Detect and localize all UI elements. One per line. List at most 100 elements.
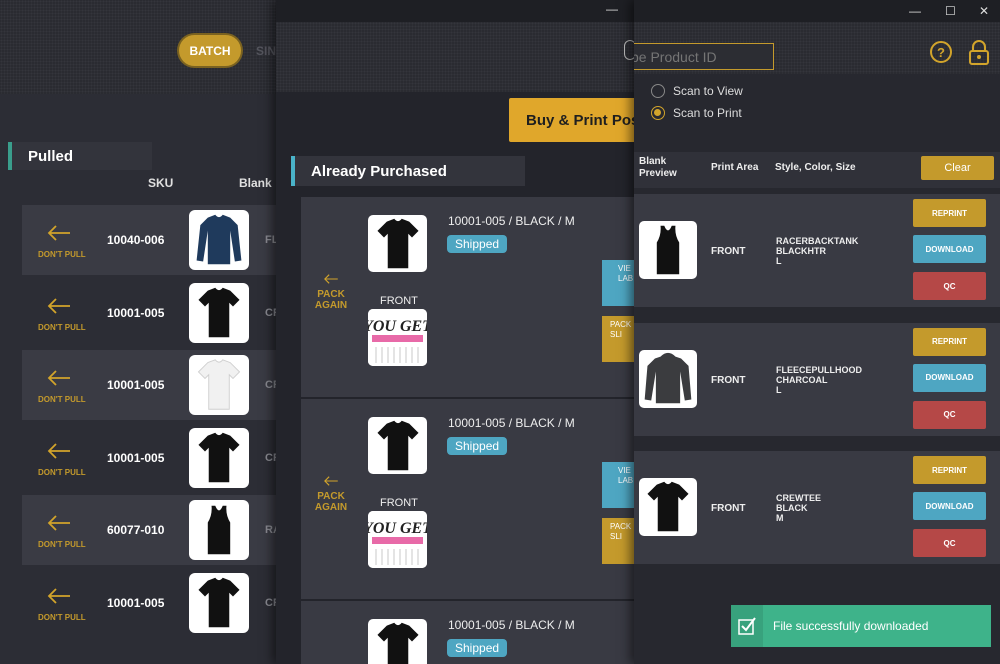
pulled-row[interactable]: DON'T PULL 10001-005 CR [22,423,290,493]
style-color-size-value: FLEECEPULLHOOD CHARCOAL L [776,365,862,395]
pack-slip-button[interactable]: PACK SLI [602,518,634,564]
sku-value: 10040-006 [107,233,165,247]
style-value: FLEECEPULLHOOD [776,364,863,375]
blank-preview-image [189,282,249,343]
arrow-left-icon[interactable] [323,272,339,286]
order-title: 10001-005 / BLACK / M [448,618,575,632]
print-area-value: FRONT [711,374,746,386]
size-value: L [776,256,782,266]
scan-to-print-label: Scan to Print [673,106,742,120]
blank-column-header: Blank [239,176,272,190]
print-window: — ☐ ✕ ? Scan to View Scan to Print Blank… [634,0,1000,664]
qc-button[interactable]: QC [913,529,986,557]
title-bar: — ☐ ✕ [634,0,1000,22]
buy-print-postage-button[interactable]: Buy & Print Pos [509,98,634,142]
reprint-button[interactable]: REPRINT [913,327,986,356]
close-icon[interactable]: ✕ [979,4,989,18]
search-icon[interactable] [624,40,634,60]
dont-pull-label[interactable]: DON'T PULL [38,613,86,622]
sku-value: 10001-005 [107,378,165,393]
arrow-left-icon[interactable] [46,513,72,533]
blank-preview-image [639,478,697,536]
blank-preview-image [639,349,697,408]
download-button[interactable]: DOWNLOAD [913,492,986,520]
arrow-left-icon[interactable] [46,441,72,461]
pulled-row[interactable]: DON'T PULL 10001-005 CR [22,350,290,421]
arrow-left-icon[interactable] [323,474,339,488]
blank-preview-image [189,427,249,488]
arrow-left-icon[interactable] [46,296,72,316]
pulled-section-title: Pulled [8,142,152,170]
radio-selected-icon[interactable] [651,106,665,120]
reprint-button[interactable]: REPRINT [913,199,986,227]
order-title: 10001-005 / BLACK / M [448,214,575,228]
preview-header: Preview [639,168,677,179]
dont-pull-label[interactable]: DON'T PULL [38,468,86,477]
status-badge: Shipped [447,235,508,253]
purchased-section-title: Already Purchased [291,156,525,186]
view-label-button[interactable]: VIE LAB [602,260,634,306]
pulled-row[interactable]: DON'T PULL 10040-006 FL [22,205,290,275]
order-card: 10001-005 / BLACK / M Shipped PACK AGAIN… [301,197,634,397]
pack-again-button[interactable]: PACK AGAIN [313,289,349,311]
blank-preview-image [189,355,249,416]
pulled-row[interactable]: DON'T PULL 60077-010 RA [22,495,290,566]
product-image [368,417,427,474]
lock-icon[interactable] [967,40,991,66]
design-preview-image: YOU GET [368,309,427,366]
pulled-row[interactable]: DON'T PULL 10001-005 CR [22,278,290,348]
download-toast: File successfully downloaded [731,605,991,647]
pack-slip-button[interactable]: PACK SLI [602,316,634,362]
order-title: 10001-005 / BLACK / M [448,416,575,430]
product-image [368,215,427,272]
clear-button[interactable]: Clear [921,156,994,180]
reprint-button[interactable]: REPRINT [913,456,986,484]
order-card: 10001-005 / BLACK / M Shipped [301,601,634,664]
qc-button[interactable]: QC [913,400,986,429]
qc-button[interactable]: QC [913,272,986,300]
color-value: BLACKHTR [776,246,826,256]
print-area-header: Print Area [711,162,759,173]
radio-unselected-icon[interactable] [651,84,665,98]
style-value: CREWTEE [776,493,821,503]
scan-to-view-label: Scan to View [673,84,743,98]
print-item-row: FRONT FLEECEPULLHOOD CHARCOAL L REPRINT … [634,322,1000,436]
arrow-left-icon[interactable] [46,223,72,243]
pulled-window: BATCH SIN Pulled SKU Blank DON'T PULL 10… [0,0,290,664]
pack-again-button[interactable]: PACK AGAIN [313,491,349,513]
download-button[interactable]: DOWNLOAD [913,235,986,263]
minimize-icon[interactable]: — [909,4,921,18]
dont-pull-label[interactable]: DON'T PULL [38,395,86,404]
size-value: L [776,384,782,395]
scan-to-view-option[interactable]: Scan to View [651,84,743,98]
dont-pull-label[interactable]: DON'T PULL [38,250,86,259]
blank-preview-image [189,500,249,561]
style-color-size-header: Style, Color, Size [775,162,856,173]
print-area-value: FRONT [711,246,746,257]
arrow-left-icon[interactable] [46,586,72,606]
view-label-button[interactable]: VIE LAB [602,462,634,508]
dont-pull-label[interactable]: DON'T PULL [38,323,86,332]
download-button[interactable]: DOWNLOAD [913,363,986,392]
style-color-size-value: RACERBACKTANK BLACKHTR L [776,236,858,266]
svg-text:YOU GET: YOU GET [368,318,427,335]
sku-value: 10001-005 [107,450,165,465]
maximize-icon[interactable]: ☐ [945,4,956,18]
toast-message: File successfully downloaded [773,619,929,633]
batch-mode-button[interactable]: BATCH [179,35,241,66]
sku-value: 60077-010 [107,523,165,538]
checkbox-checked-icon [731,605,763,647]
purchased-header [276,22,634,92]
design-preview-image: YOU GET [368,511,427,568]
minimize-icon[interactable]: — [606,2,618,16]
help-icon[interactable]: ? [930,41,952,63]
dont-pull-label[interactable]: DON'T PULL [38,540,86,549]
product-id-input[interactable] [634,43,774,70]
print-area-value: FRONT [711,503,746,514]
pulled-row[interactable]: DON'T PULL 10001-005 CR [22,568,290,638]
scan-to-print-option[interactable]: Scan to Print [651,106,742,120]
arrow-left-icon[interactable] [46,368,72,388]
blank-preview-image [189,210,249,270]
print-item-row: FRONT CREWTEE BLACK M REPRINT DOWNLOAD Q… [634,451,1000,564]
status-badge: Shipped [447,639,508,657]
